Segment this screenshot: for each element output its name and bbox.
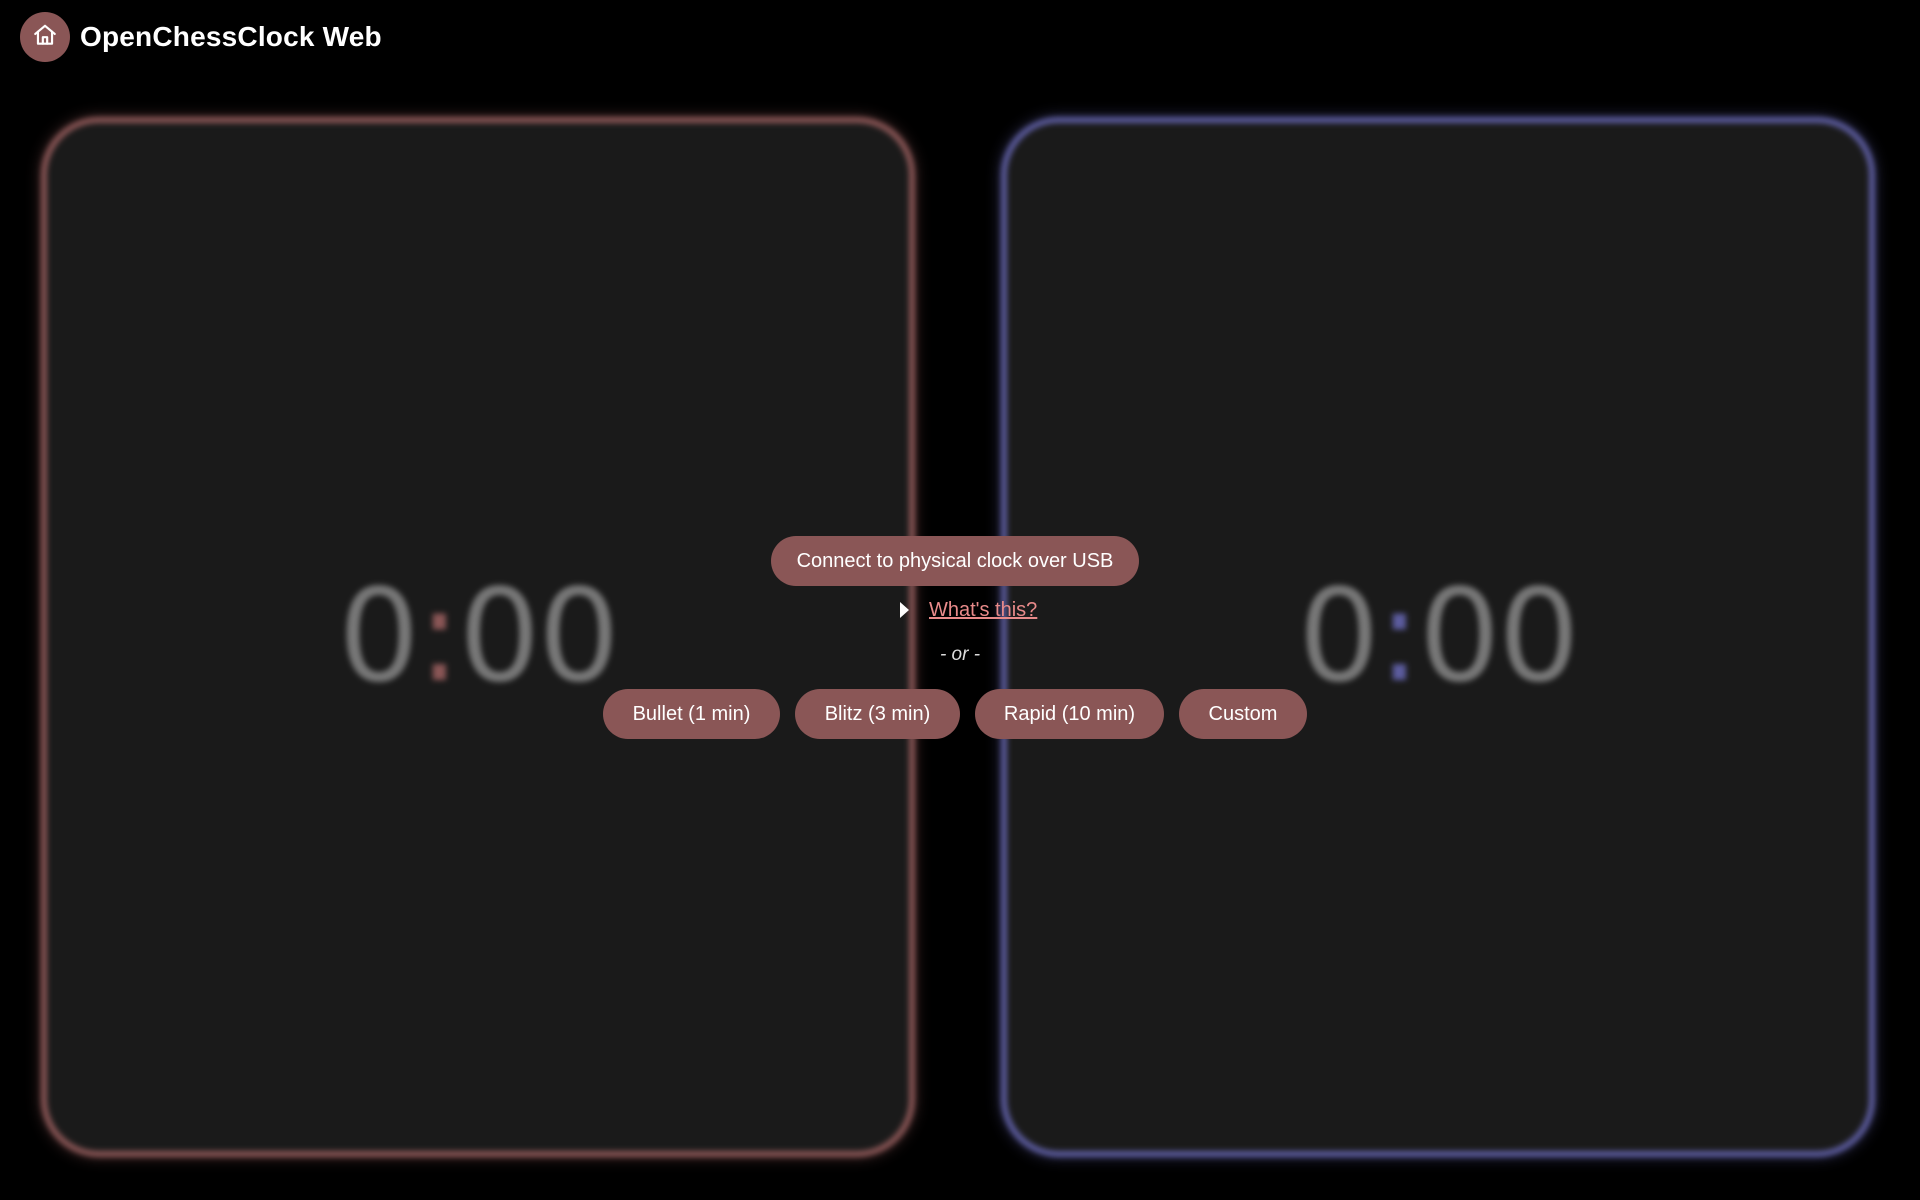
preset-custom-button[interactable]: Custom [1179, 689, 1307, 739]
disclosure-triangle-icon[interactable] [900, 602, 909, 618]
or-divider-text: - or - [939, 644, 981, 665]
preset-rapid-button[interactable]: Rapid (10 min) [975, 689, 1164, 739]
app-root: 0:00 0:00 OpenChessClock Web Connect to … [0, 0, 1920, 1200]
preset-blitz-button[interactable]: Blitz (3 min) [795, 689, 960, 739]
connect-usb-button[interactable]: Connect to physical clock over USB [771, 536, 1139, 586]
whats-this-disclosure[interactable]: What's this? [900, 597, 1037, 623]
preset-bullet-button[interactable]: Bullet (1 min) [603, 689, 780, 739]
start-controls: Connect to physical clock over USB What'… [0, 0, 1920, 1200]
whats-this-link[interactable]: What's this? [929, 599, 1037, 622]
